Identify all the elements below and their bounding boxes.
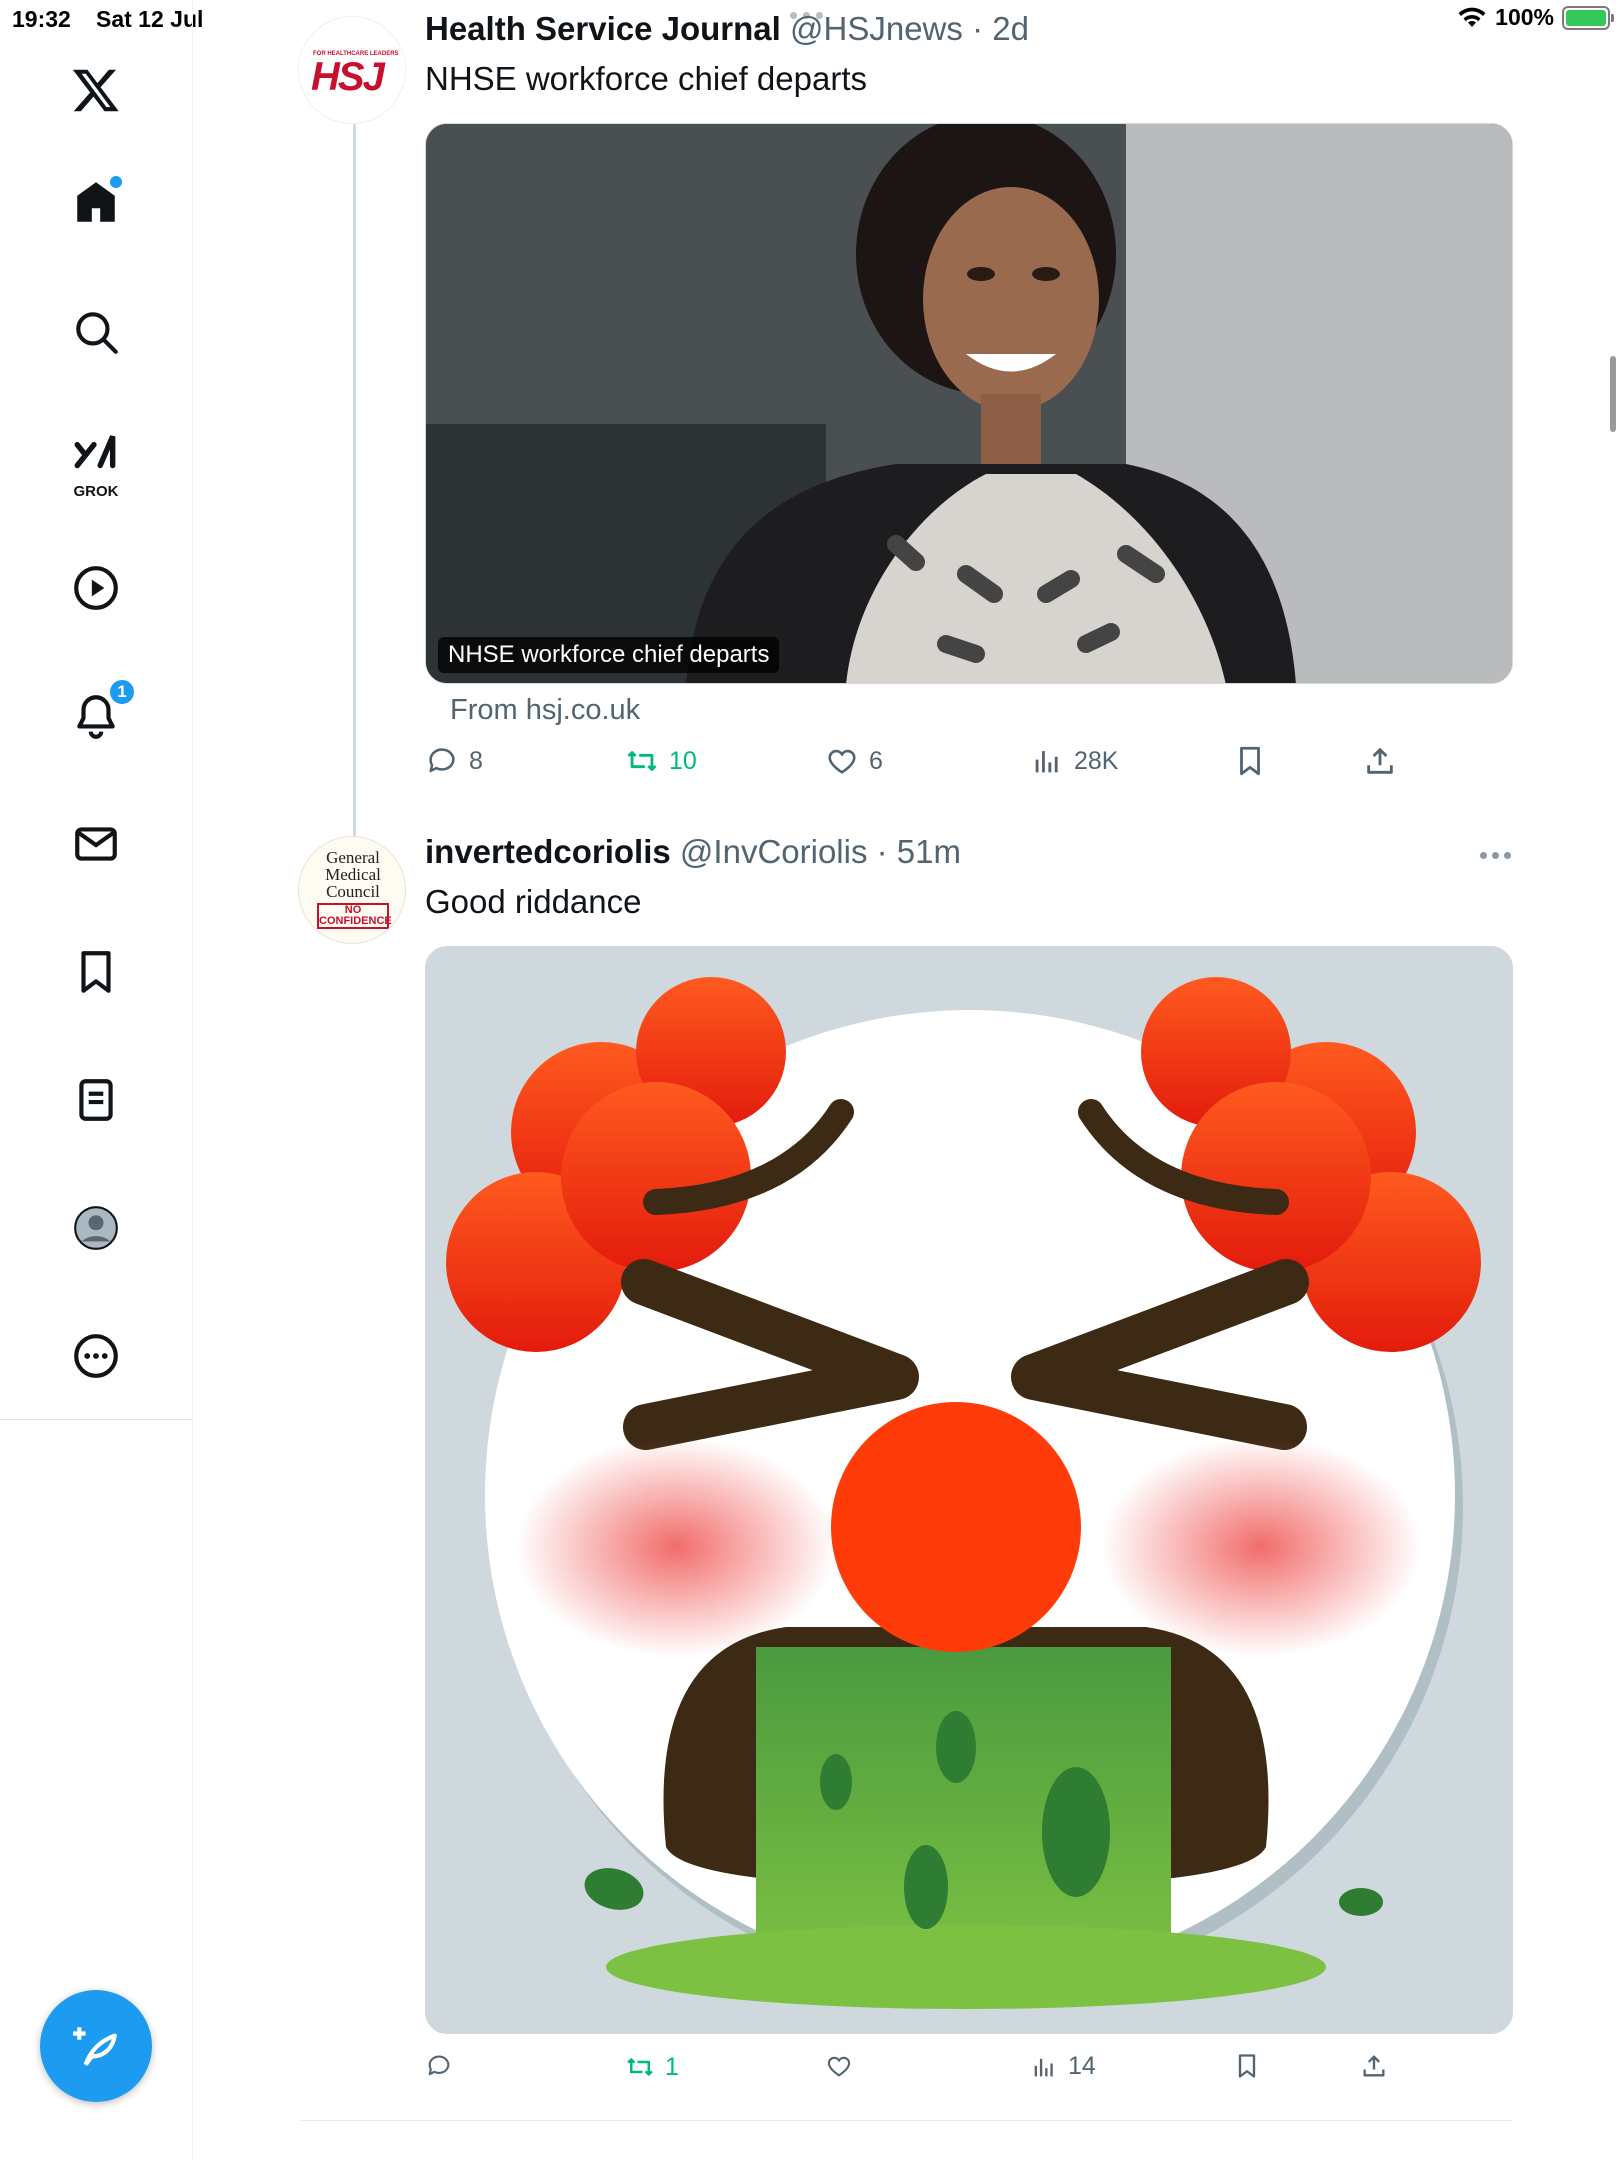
- reply-icon: [429, 748, 455, 773]
- views-button[interactable]: 14: [1030, 2052, 1096, 2081]
- card-caption: NHSE workforce chief departs: [438, 637, 780, 673]
- share-icon: [1363, 2055, 1385, 2077]
- hsj-logo-text: HSJ: [311, 55, 385, 99]
- compose-button[interactable]: [40, 1990, 152, 2102]
- scrollbar[interactable]: [1610, 356, 1616, 432]
- sidebar-item-grok[interactable]: GROK: [48, 412, 144, 508]
- sidebar-item-profile[interactable]: [48, 1180, 144, 1276]
- bookmark-button[interactable]: [1233, 744, 1267, 778]
- tweet-divider: [300, 2120, 1513, 2121]
- gmc-avatar-text: General Medical Council: [325, 848, 381, 901]
- mail-icon: [75, 827, 117, 861]
- battery-icon: [1562, 5, 1614, 30]
- author-handle[interactable]: @InvCoriolis: [680, 833, 868, 870]
- tweet-text: Good riddance: [425, 883, 642, 920]
- battery-percent: 100%: [1495, 4, 1554, 30]
- bookmark-icon: [1238, 2054, 1256, 2078]
- like-button[interactable]: 6: [825, 744, 883, 778]
- x-logo-icon[interactable]: [48, 42, 144, 138]
- list-icon: [79, 1079, 113, 1121]
- more-options-icon[interactable]: [1480, 852, 1511, 859]
- reply-button[interactable]: [425, 2052, 463, 2080]
- tweet-image[interactable]: [425, 946, 1513, 2034]
- tweet-time[interactable]: · 2d: [972, 10, 1029, 47]
- thread-line: [353, 124, 356, 836]
- sidebar-item-lists[interactable]: [48, 1052, 144, 1148]
- profile-icon: [74, 1206, 118, 1250]
- sidebar-item-bookmarks[interactable]: [48, 924, 144, 1020]
- search-icon: [76, 312, 118, 354]
- like-count: 6: [869, 746, 883, 775]
- views-button[interactable]: 28K: [1030, 744, 1118, 778]
- sidebar-divider: [0, 1419, 193, 1420]
- tweet-text: NHSE workforce chief departs: [425, 60, 868, 97]
- heart-icon: [828, 749, 856, 774]
- heart-icon: [827, 2056, 851, 2077]
- sidebar-item-video[interactable]: [48, 540, 144, 636]
- gmc-avatar[interactable]: General Medical Council NO CONFIDENCE: [298, 836, 406, 944]
- compose-icon: [73, 2027, 117, 2066]
- notification-badge: 1: [108, 678, 136, 706]
- tweet-header: invertedcoriolis @InvCoriolis · 51m: [425, 833, 961, 871]
- card-source[interactable]: From hsj.co.uk: [450, 694, 640, 727]
- views-icon: [1035, 751, 1058, 773]
- hsj-avatar[interactable]: FOR HEALTHCARE LEADERS HSJ: [298, 16, 406, 124]
- sidebar-item-explore[interactable]: [48, 284, 144, 380]
- wifi-icon: [1458, 7, 1486, 27]
- tweet-time[interactable]: · 51m: [877, 833, 961, 870]
- views-icon: [1034, 2058, 1053, 2076]
- repost-count: 10: [669, 746, 697, 775]
- repost-icon: [627, 751, 657, 771]
- grok-label: GROK: [73, 483, 119, 500]
- bookmark-icon: [81, 951, 111, 993]
- sidebar-item-more[interactable]: [48, 1308, 144, 1404]
- reply-button[interactable]: 8: [425, 744, 483, 778]
- repost-button[interactable]: 1: [625, 2052, 679, 2082]
- home-unread-dot: [110, 176, 122, 188]
- reply-count: 8: [469, 746, 483, 775]
- sidebar-nav: GROK 1: [0, 0, 193, 2160]
- clown-vomit-emoji: [446, 977, 1481, 2009]
- share-button[interactable]: [1363, 744, 1397, 778]
- bookmark-icon: [1240, 746, 1260, 776]
- more-circle-icon: [74, 1334, 118, 1378]
- bookmark-button[interactable]: [1233, 2052, 1261, 2080]
- repost-button[interactable]: 10: [625, 744, 697, 778]
- repost-count: 1: [665, 2052, 679, 2081]
- view-count: 28K: [1074, 746, 1119, 775]
- grok-icon: [74, 435, 116, 469]
- tweet-actions: 1 14: [425, 2052, 1513, 2100]
- sidebar-item-messages[interactable]: [48, 796, 144, 892]
- reply-icon: [428, 2055, 450, 2076]
- tweet-actions: 8 10 6 28K: [425, 744, 1513, 792]
- no-confidence-stamp: NO CONFIDENCE: [317, 903, 392, 929]
- tweet-header: Health Service Journal @HSJnews · 2d: [425, 10, 1029, 48]
- play-icon: [74, 566, 118, 610]
- share-button[interactable]: [1360, 2052, 1388, 2080]
- like-button[interactable]: [825, 2052, 863, 2080]
- sidebar-item-home[interactable]: [48, 154, 144, 250]
- link-card-image[interactable]: NHSE workforce chief departs: [425, 123, 1513, 684]
- portrait-photo: [426, 124, 1512, 683]
- author-name[interactable]: invertedcoriolis: [425, 833, 671, 870]
- sidebar-item-notifications[interactable]: 1: [48, 668, 144, 764]
- repost-icon: [627, 2058, 653, 2076]
- view-count: 14: [1068, 2052, 1096, 2080]
- share-icon: [1367, 748, 1393, 774]
- author-name[interactable]: Health Service Journal: [425, 10, 781, 47]
- author-handle[interactable]: @HSJnews: [790, 10, 963, 47]
